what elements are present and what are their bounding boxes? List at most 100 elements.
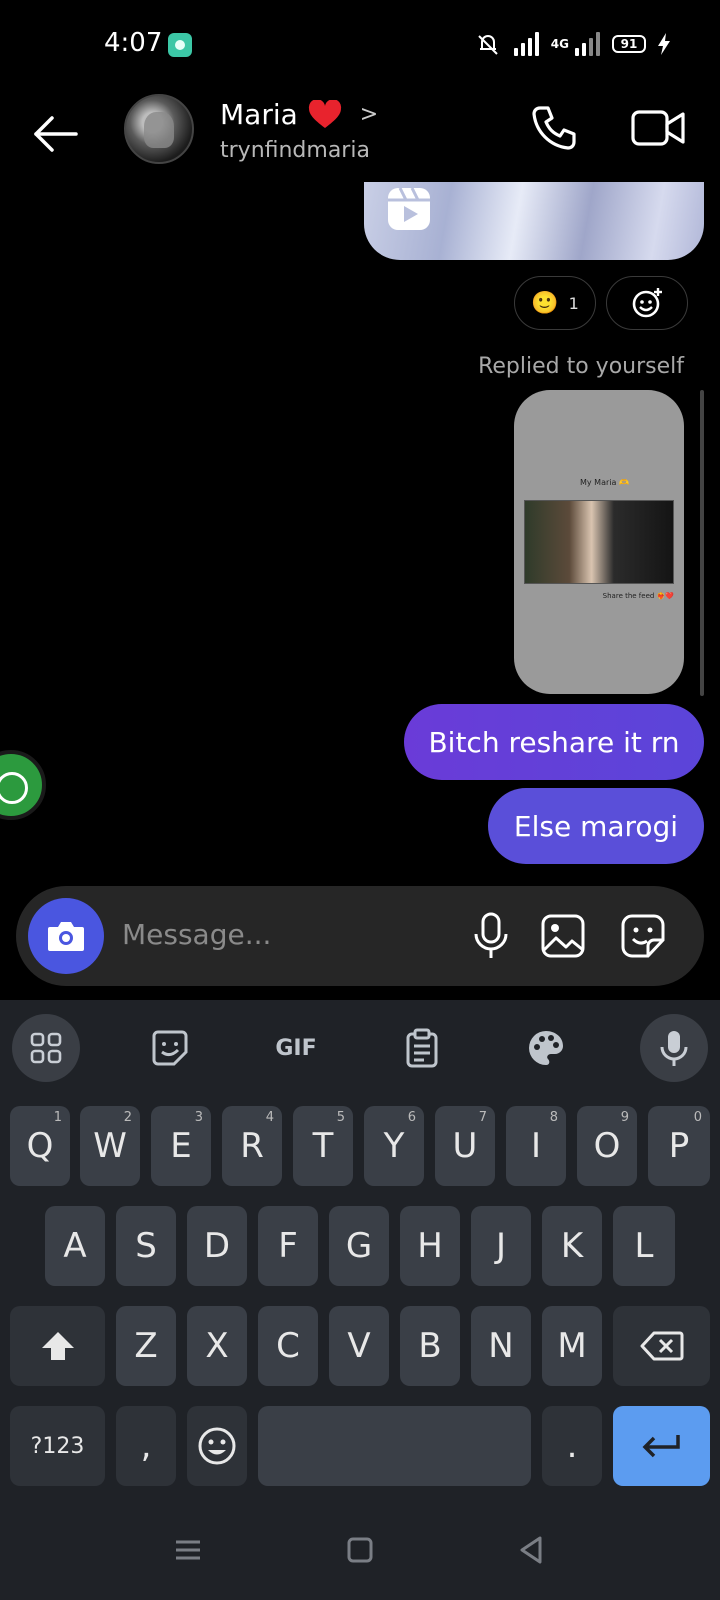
system-nav-bar: [0, 1500, 720, 1600]
key-label: R: [240, 1126, 264, 1166]
emoji-key[interactable]: [187, 1406, 247, 1486]
story-footer: Share the feed ❤️‍🔥❤️: [602, 592, 674, 600]
key-hint: 4: [265, 1110, 274, 1125]
key-label: U: [452, 1126, 478, 1166]
contact-name-row[interactable]: Maria >: [220, 98, 378, 131]
key-hint: 2: [123, 1110, 132, 1125]
avatar[interactable]: [124, 94, 194, 164]
key-k[interactable]: K: [542, 1206, 602, 1286]
mute-bell-icon: [478, 35, 498, 55]
key-o[interactable]: O9: [577, 1106, 637, 1186]
key-l[interactable]: L: [613, 1206, 675, 1286]
scrollbar[interactable]: [700, 390, 704, 696]
message-input[interactable]: Message...: [122, 918, 271, 951]
key-f[interactable]: F: [258, 1206, 318, 1286]
signal-icon: [513, 32, 539, 56]
key-a[interactable]: A: [45, 1206, 105, 1286]
space-key[interactable]: [258, 1406, 531, 1486]
key-x[interactable]: X: [187, 1306, 247, 1386]
status-time: 4:07: [104, 28, 163, 58]
clipboard-icon: [406, 1028, 438, 1068]
video-call-icon[interactable]: [630, 102, 686, 154]
key-label: T: [312, 1126, 334, 1166]
palette-icon: [529, 1031, 563, 1065]
key-label: I: [530, 1126, 542, 1166]
apps-grid-button[interactable]: [12, 1014, 80, 1082]
message-bubble[interactable]: Bitch reshare it rn: [404, 704, 704, 780]
key-hint: 8: [549, 1110, 558, 1125]
phone-icon[interactable]: [528, 102, 580, 154]
key-t[interactable]: T5: [293, 1106, 353, 1186]
message-bubble[interactable]: Else marogi: [488, 788, 704, 864]
story-photo: [524, 500, 674, 584]
key-e[interactable]: E3: [151, 1106, 211, 1186]
gif-button[interactable]: GIF: [262, 1014, 330, 1082]
backspace-key[interactable]: [613, 1306, 710, 1386]
key-hint: 7: [478, 1110, 487, 1125]
key-s[interactable]: S: [116, 1206, 176, 1286]
theme-button[interactable]: [512, 1014, 580, 1082]
message-composer: Message...: [16, 886, 704, 986]
camera-button[interactable]: [28, 898, 104, 974]
charging-icon: [658, 33, 670, 55]
key-label: E: [170, 1126, 192, 1166]
key-p[interactable]: P0: [648, 1106, 710, 1186]
key-hint: 0: [693, 1110, 702, 1125]
back-triangle-icon[interactable]: [512, 1530, 552, 1570]
key-i[interactable]: I8: [506, 1106, 566, 1186]
key-label: O: [593, 1126, 621, 1166]
reaction-emoji: 🙂: [531, 290, 559, 316]
enter-arrow-icon: [642, 1435, 680, 1458]
microphone-icon[interactable]: [466, 910, 516, 962]
reaction-count: 1: [568, 293, 579, 313]
reaction-pill[interactable]: 🙂 1: [514, 276, 596, 330]
enter-key[interactable]: [613, 1406, 710, 1486]
app-notification-icon: [168, 33, 192, 57]
back-arrow-icon[interactable]: [30, 108, 82, 160]
symbols-key[interactable]: ?123: [10, 1406, 105, 1486]
key-label: Y: [383, 1126, 405, 1166]
key-y[interactable]: Y6: [364, 1106, 424, 1186]
key-hint: 1: [53, 1110, 62, 1125]
clipboard-button[interactable]: [388, 1014, 456, 1082]
voice-input-button[interactable]: [640, 1014, 708, 1082]
backspace-icon: [640, 1331, 683, 1361]
key-n[interactable]: N: [471, 1306, 531, 1386]
key-label: Q: [26, 1126, 54, 1166]
replied-story-card[interactable]: My Maria 🫶 Share the feed ❤️‍🔥❤️: [514, 390, 684, 694]
key-r[interactable]: R4: [222, 1106, 282, 1186]
key-m[interactable]: M: [542, 1306, 602, 1386]
key-c[interactable]: C: [258, 1306, 318, 1386]
key-q[interactable]: Q1: [10, 1106, 70, 1186]
key-b[interactable]: B: [400, 1306, 460, 1386]
microphone-icon: [660, 1031, 688, 1066]
sticker-icon[interactable]: [618, 910, 668, 962]
key-h[interactable]: H: [400, 1206, 460, 1286]
grid-icon: [30, 1032, 62, 1064]
key-u[interactable]: U7: [435, 1106, 495, 1186]
home-icon[interactable]: [340, 1530, 380, 1570]
contact-username: trynfindmaria: [220, 138, 370, 163]
reels-icon: [388, 187, 430, 230]
menu-icon[interactable]: [168, 1530, 208, 1570]
replied-to-yourself-label: Replied to yourself: [478, 354, 684, 379]
key-j[interactable]: J: [471, 1206, 531, 1286]
add-reaction-button[interactable]: [606, 276, 688, 330]
key-g[interactable]: G: [329, 1206, 389, 1286]
key-z[interactable]: Z: [116, 1306, 176, 1386]
key-v[interactable]: V: [329, 1306, 389, 1386]
period-key[interactable]: .: [542, 1406, 602, 1486]
contact-name: Maria: [220, 98, 298, 131]
keyboard-sticker-button[interactable]: [136, 1014, 204, 1082]
whatsapp-floating-icon[interactable]: [0, 750, 46, 820]
key-w[interactable]: W2: [80, 1106, 140, 1186]
shift-key[interactable]: [10, 1306, 105, 1386]
chat-header: Maria > trynfindmaria: [0, 90, 720, 182]
comma-key[interactable]: ,: [116, 1406, 176, 1486]
shared-reel-preview[interactable]: [364, 182, 704, 260]
gallery-icon[interactable]: [538, 910, 588, 962]
key-hint: 5: [336, 1110, 345, 1125]
shift-icon: [41, 1332, 74, 1360]
key-d[interactable]: D: [187, 1206, 247, 1286]
status-icons: 4G 91: [474, 30, 670, 58]
